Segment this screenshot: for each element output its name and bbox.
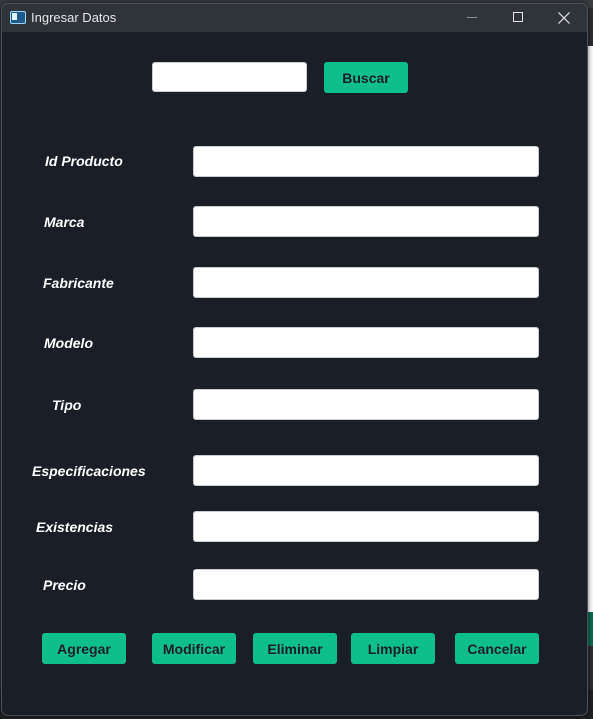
label-marca: Marca	[44, 214, 85, 230]
existencias-field[interactable]	[193, 511, 539, 542]
window-app-icon	[10, 11, 26, 24]
close-button[interactable]	[541, 4, 587, 32]
label-modelo: Modelo	[44, 335, 93, 351]
ingresar-datos-dialog: Ingresar Datos Buscar Id Producto Marca …	[1, 3, 588, 716]
cancelar-button[interactable]: Cancelar	[455, 633, 539, 664]
window-title: Ingresar Datos	[31, 10, 117, 25]
close-icon	[558, 12, 570, 24]
search-input[interactable]	[152, 62, 307, 92]
maximize-icon	[513, 12, 523, 22]
id-producto-field[interactable]	[193, 146, 539, 177]
limpiar-button[interactable]: Limpiar	[351, 633, 435, 664]
label-especificaciones: Especificaciones	[32, 463, 146, 479]
minimize-icon	[467, 17, 477, 18]
fabricante-field[interactable]	[193, 267, 539, 298]
label-existencias: Existencias	[36, 519, 114, 535]
label-id-producto: Id Producto	[45, 153, 123, 169]
form-content: Buscar Id Producto Marca Fabricante Mode…	[2, 32, 587, 715]
tipo-field[interactable]	[193, 389, 539, 420]
modificar-button[interactable]: Modificar	[152, 633, 236, 664]
minimize-button[interactable]	[449, 4, 495, 32]
label-precio: Precio	[43, 577, 86, 593]
label-tipo: Tipo	[52, 397, 82, 413]
title-bar[interactable]: Ingresar Datos	[2, 4, 587, 32]
label-fabricante: Fabricante	[43, 275, 114, 291]
modelo-field[interactable]	[193, 327, 539, 358]
eliminar-button[interactable]: Eliminar	[253, 633, 337, 664]
marca-field[interactable]	[193, 206, 539, 237]
maximize-button[interactable]	[495, 4, 541, 32]
agregar-button[interactable]: Agregar	[42, 633, 126, 664]
especificaciones-field[interactable]	[193, 455, 539, 486]
search-button[interactable]: Buscar	[324, 62, 408, 93]
precio-field[interactable]	[193, 569, 539, 600]
